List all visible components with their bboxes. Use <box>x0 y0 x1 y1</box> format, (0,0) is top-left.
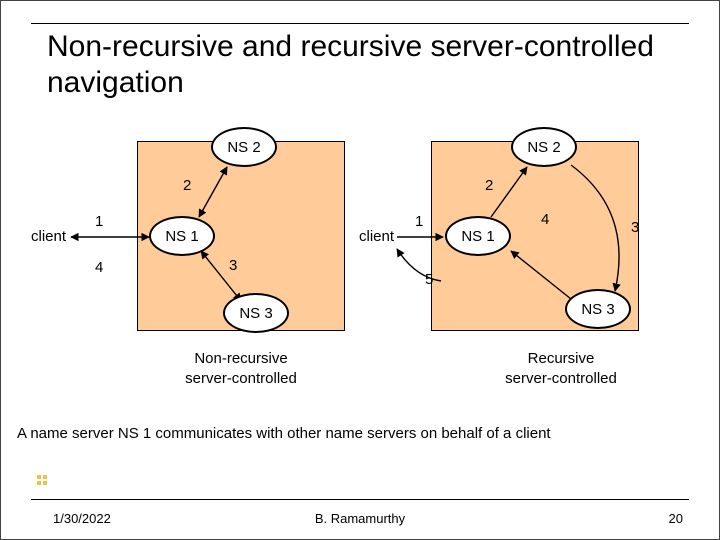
right-ns2-node: NS 2 <box>511 127 577 167</box>
footer-author: B. Ramamurthy <box>1 511 719 526</box>
right-num-5: 5 <box>425 271 433 288</box>
right-ns2-label: NS 2 <box>527 139 560 156</box>
right-client-label: client <box>359 228 394 245</box>
right-ns1-node: NS 1 <box>445 216 511 256</box>
right-num-4: 4 <box>541 211 549 228</box>
right-ns3-node: NS 3 <box>565 289 631 329</box>
top-divider <box>31 23 689 24</box>
left-num-4: 4 <box>95 259 103 276</box>
diagram-area: client NS 1 NS 2 NS 3 1 2 3 4 Non-recurs… <box>1 131 720 441</box>
left-ns3-label: NS 3 <box>239 305 272 322</box>
left-ns1-node: NS 1 <box>149 216 215 256</box>
left-subcaption: Non-recursive server-controlled <box>151 349 331 388</box>
right-ns3-label: NS 3 <box>581 301 614 318</box>
right-subcaption: Recursive server-controlled <box>471 349 651 388</box>
left-ns2-label: NS 2 <box>227 139 260 156</box>
right-num-3: 3 <box>631 219 639 236</box>
left-client-label: client <box>31 228 66 245</box>
slide: Non-recursive and recursive server-contr… <box>0 0 720 540</box>
left-ns3-node: NS 3 <box>223 293 289 333</box>
page-title: Non-recursive and recursive server-contr… <box>47 29 687 101</box>
right-num-2: 2 <box>485 177 493 194</box>
body-caption: A name server NS 1 communicates with oth… <box>1 425 719 442</box>
left-num-3: 3 <box>229 257 237 274</box>
left-num-2: 2 <box>183 177 191 194</box>
right-num-1: 1 <box>415 213 423 230</box>
left-ns2-node: NS 2 <box>211 127 277 167</box>
corner-decoration <box>37 475 49 487</box>
left-num-1: 1 <box>95 213 103 230</box>
footer-page: 20 <box>669 511 683 526</box>
bottom-divider <box>31 499 689 500</box>
right-ns1-label: NS 1 <box>461 228 494 245</box>
left-ns1-label: NS 1 <box>165 228 198 245</box>
